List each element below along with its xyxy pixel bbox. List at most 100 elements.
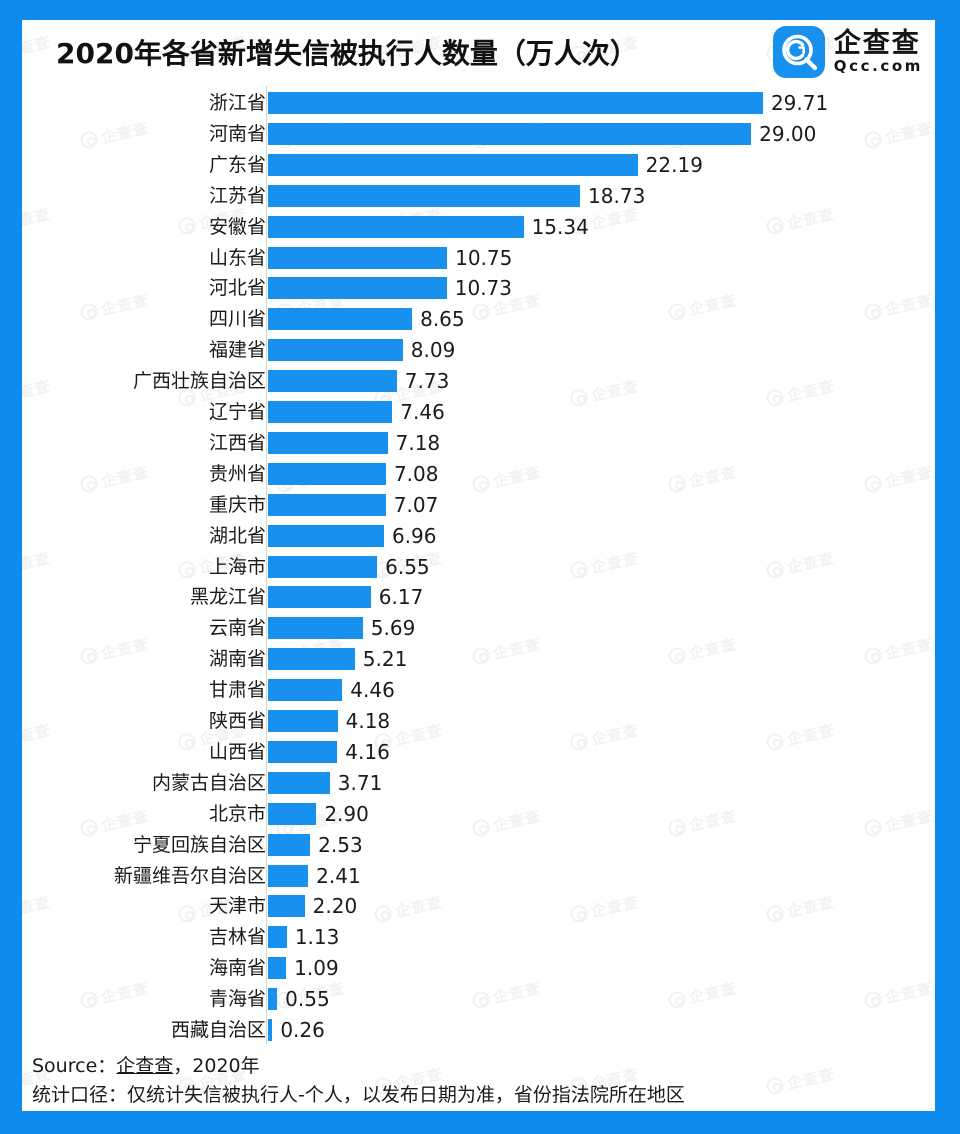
bar-value-label: 10.75 bbox=[455, 245, 513, 270]
qcc-search-logo-icon bbox=[772, 26, 825, 78]
bar-value-label: 4.46 bbox=[350, 678, 395, 703]
category-label: 湖北省 bbox=[208, 524, 266, 547]
category-label: 上海市 bbox=[208, 555, 266, 578]
bar-value-label: 7.07 bbox=[393, 492, 439, 517]
brand-logo: 企查查 Qcc.com bbox=[772, 26, 923, 78]
page-title: 2020年各省新增失信被执行人数量（万人次） bbox=[56, 37, 638, 70]
bar-row: 黑龙江省 6.17 bbox=[22, 582, 935, 613]
bar bbox=[268, 679, 343, 702]
bar-row: 吉林省 1.13 bbox=[22, 922, 935, 953]
bar-value-label: 6.17 bbox=[378, 585, 424, 610]
source-link[interactable]: 企查查 bbox=[116, 1055, 173, 1077]
bar-value-label: 1.13 bbox=[294, 925, 340, 950]
bar-value-label: 18.73 bbox=[588, 183, 646, 208]
bar-value-label: 1.09 bbox=[294, 956, 339, 981]
bar-row: 安徽省 15.34 bbox=[22, 212, 935, 243]
bar-value-label: 2.41 bbox=[316, 863, 361, 888]
bar-value-label: 2.53 bbox=[318, 832, 363, 857]
bar-row: 浙江省 29.71 bbox=[22, 88, 935, 119]
bar bbox=[268, 864, 309, 887]
bar bbox=[268, 957, 287, 980]
bar-row: 河北省 10.73 bbox=[22, 273, 935, 304]
category-label: 广西壮族自治区 bbox=[132, 370, 266, 393]
bar-row: 甘肃省 4.46 bbox=[22, 675, 935, 706]
bar bbox=[268, 988, 278, 1011]
bar bbox=[268, 926, 287, 949]
bar bbox=[268, 308, 413, 331]
logo-text-cn: 企查查 bbox=[833, 27, 921, 59]
category-label: 云南省 bbox=[208, 617, 266, 640]
chart-card: 企查查 企查查 企查查 企查查 企查查 企查查 企查查 企查查 企查查 企查查 企查查 企查查 企查查企… bbox=[22, 20, 935, 1111]
category-label: 河北省 bbox=[208, 277, 266, 300]
bar-value-label: 22.19 bbox=[645, 152, 703, 177]
bar-row: 山东省 10.75 bbox=[22, 243, 935, 274]
bar bbox=[268, 710, 338, 732]
bar-row: 天津市 2.20 bbox=[22, 891, 935, 922]
bar-row: 内蒙古自治区 3.71 bbox=[22, 768, 935, 799]
bar-value-label: 4.16 bbox=[345, 739, 390, 764]
category-label: 江苏省 bbox=[208, 184, 266, 207]
source-prefix: Source： bbox=[32, 1055, 117, 1077]
bar-row: 上海市 6.55 bbox=[22, 552, 935, 583]
bar-row: 山西省 4.16 bbox=[22, 737, 935, 768]
bar bbox=[268, 401, 393, 423]
bar-value-label: 2.20 bbox=[312, 894, 358, 919]
bar bbox=[268, 431, 388, 454]
category-label: 甘肃省 bbox=[208, 679, 266, 702]
bar-value-label: 5.69 bbox=[370, 616, 416, 641]
bar bbox=[268, 215, 524, 238]
bar bbox=[268, 648, 355, 671]
bar bbox=[268, 617, 363, 640]
bar-row: 辽宁省 7.46 bbox=[22, 397, 935, 428]
category-label: 青海省 bbox=[208, 988, 266, 1011]
bar-row: 青海省 0.55 bbox=[22, 984, 935, 1015]
chart-footer: Source：企查查，2020年 统计口径：仅统计失信被执行人-个人，以发布日期… bbox=[22, 1047, 935, 1111]
bar-value-label: 3.71 bbox=[337, 770, 383, 795]
category-label: 浙江省 bbox=[208, 92, 266, 114]
bar bbox=[268, 246, 448, 269]
category-label: 陕西省 bbox=[208, 710, 266, 732]
bar bbox=[268, 184, 581, 207]
category-label: 西藏自治区 bbox=[170, 1019, 266, 1041]
category-label: 新疆维吾尔自治区 bbox=[113, 864, 266, 887]
bar-value-label: 29.71 bbox=[770, 91, 829, 115]
bar-row: 湖南省 5.21 bbox=[22, 644, 935, 675]
bar bbox=[268, 555, 378, 578]
bar-value-label: 7.73 bbox=[404, 369, 450, 394]
bar-value-label: 7.18 bbox=[395, 430, 441, 455]
chart-header: 2020年各省新增失信被执行人数量（万人次） 企查查 Qcc.com bbox=[22, 20, 935, 86]
bar bbox=[268, 339, 403, 362]
category-label: 辽宁省 bbox=[208, 401, 266, 423]
bar-row: 贵州省 7.08 bbox=[22, 459, 935, 490]
logo-text-en: Qcc.com bbox=[833, 57, 923, 76]
bar-value-label: 29.00 bbox=[759, 121, 817, 146]
bar bbox=[268, 833, 311, 856]
category-label: 重庆市 bbox=[208, 493, 266, 516]
bar-row: 福建省 8.09 bbox=[22, 335, 935, 366]
bar-value-label: 8.65 bbox=[420, 307, 465, 332]
bar-value-label: 0.55 bbox=[285, 987, 330, 1012]
bar-row: 广西壮族自治区 7.73 bbox=[22, 366, 935, 397]
category-label: 河南省 bbox=[208, 122, 266, 145]
bar-row: 广东省 22.19 bbox=[22, 150, 935, 181]
category-label: 福建省 bbox=[208, 339, 266, 362]
bar bbox=[268, 771, 330, 794]
bar bbox=[268, 277, 447, 300]
bar bbox=[268, 462, 386, 485]
bar bbox=[268, 122, 752, 145]
category-label: 广东省 bbox=[208, 153, 266, 176]
category-label: 贵州省 bbox=[208, 462, 266, 485]
bar-row: 新疆维吾尔自治区 2.41 bbox=[22, 861, 935, 892]
category-label: 安徽省 bbox=[208, 215, 266, 238]
source-line: Source：企查查，2020年 bbox=[32, 1051, 260, 1078]
bar-value-label: 0.26 bbox=[280, 1018, 325, 1042]
bar bbox=[268, 895, 305, 918]
bar-row: 江西省 7.18 bbox=[22, 428, 935, 459]
category-label: 山西省 bbox=[208, 740, 266, 763]
category-label: 内蒙古自治区 bbox=[151, 771, 266, 794]
bar-row: 云南省 5.69 bbox=[22, 613, 935, 644]
bar bbox=[268, 802, 317, 825]
bar-value-label: 6.96 bbox=[391, 523, 437, 548]
bar-value-label: 15.34 bbox=[531, 214, 589, 239]
footnote: 统计口径：仅统计失信被执行人-个人，以发布日期为准，省份指法院所在地区 bbox=[32, 1084, 685, 1106]
